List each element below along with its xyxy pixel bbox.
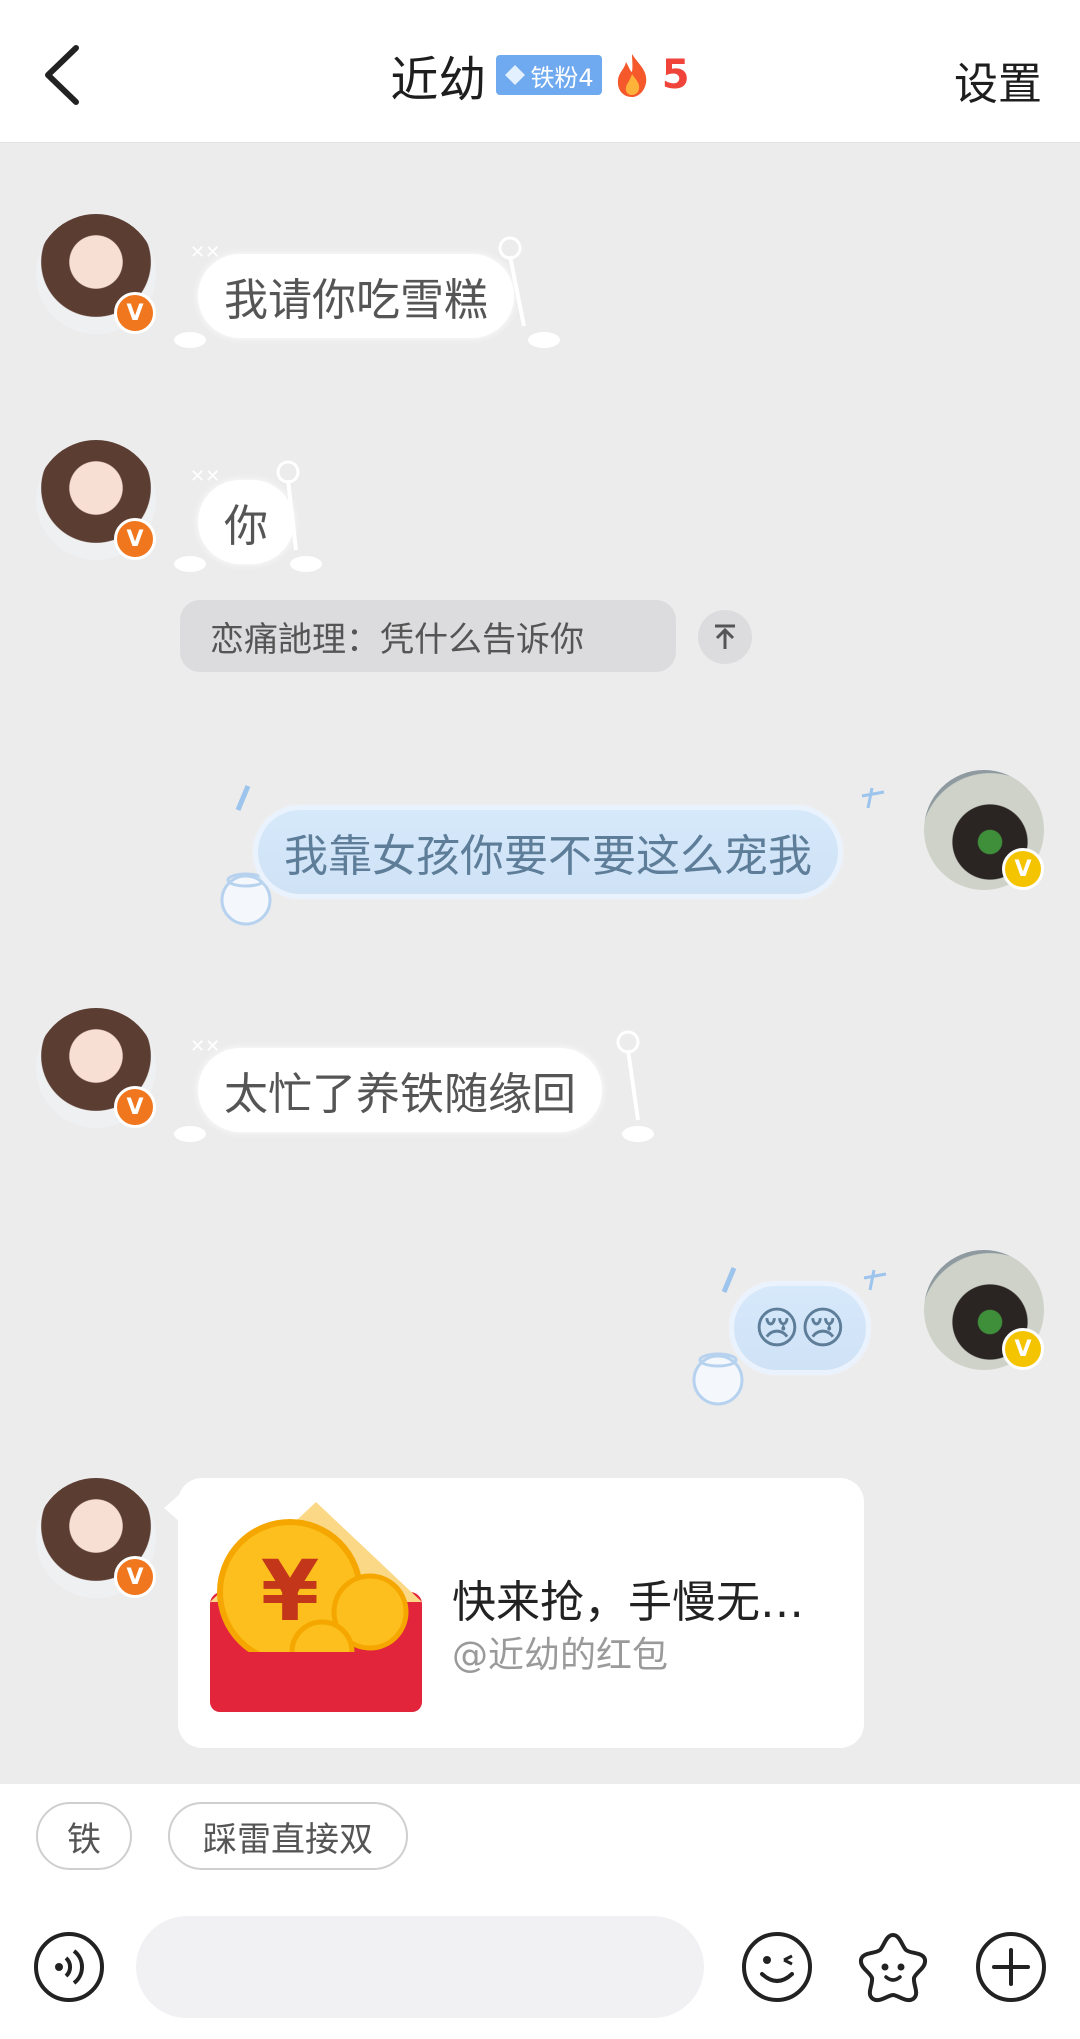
red-packet-subtitle: @近幼的红包: [452, 1635, 669, 1676]
fire-streak-count: 5: [661, 52, 690, 98]
message-bubble[interactable]: 😢😢: [734, 1286, 866, 1370]
message-bubble[interactable]: 太忙了养铁随缘回: [198, 1048, 602, 1132]
red-packet-card[interactable]: ¥ 快来抢，手慢无… @近幼的红包: [178, 1478, 864, 1748]
svg-text:✕✕: ✕✕: [190, 1036, 220, 1057]
title-group[interactable]: 近幼 铁粉4 5: [0, 44, 1080, 108]
verified-v-icon: V: [114, 1556, 156, 1598]
arrow-up-icon[interactable]: [698, 610, 752, 664]
verified-v-icon: V: [114, 518, 156, 560]
quoted-reply[interactable]: 恋痛訑理：凭什么告诉你: [180, 600, 676, 672]
yuan-symbol: ¥: [261, 1542, 319, 1640]
fan-level-badge: 铁粉4: [496, 55, 602, 95]
svg-text:✕✕: ✕✕: [190, 242, 220, 263]
plus-icon[interactable]: [974, 1930, 1048, 2004]
chat-header: 近幼 铁粉4 5 设置: [0, 0, 1080, 143]
emoji-icon[interactable]: [740, 1930, 814, 2004]
svg-text:✕✕: ✕✕: [190, 466, 220, 487]
quick-reply-chip[interactable]: 踩雷直接双: [168, 1802, 408, 1870]
message-bubble[interactable]: 你: [198, 480, 294, 564]
chat-title: 近幼: [390, 52, 487, 108]
diamond-icon: [505, 65, 526, 85]
voice-icon[interactable]: [32, 1930, 106, 2004]
verified-v-icon: V: [114, 1086, 156, 1128]
verified-v-icon: V: [114, 292, 156, 334]
settings-button[interactable]: 设置: [954, 48, 1042, 112]
message-bubble[interactable]: 我请你吃雪糕: [198, 254, 514, 338]
verified-v-icon: V: [1002, 848, 1044, 890]
red-packet-icon: ¥: [210, 1502, 422, 1712]
sticker-icon[interactable]: [856, 1930, 930, 2004]
message-input[interactable]: [136, 1916, 704, 2018]
fire-icon: [617, 54, 646, 97]
verified-v-icon: V: [1002, 1328, 1044, 1370]
fan-level-label: 铁粉4: [530, 63, 594, 92]
red-packet-title: 快来抢，手慢无…: [452, 1577, 804, 1628]
quick-reply-chip[interactable]: 铁: [36, 1802, 132, 1870]
message-bubble[interactable]: 我靠女孩你要不要这么宠我: [258, 810, 838, 894]
